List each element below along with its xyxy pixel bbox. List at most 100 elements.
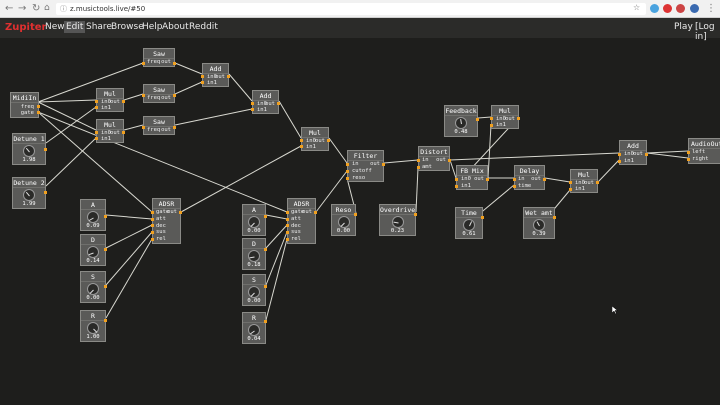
output-pin[interactable] <box>122 131 125 134</box>
output-pin[interactable] <box>104 215 107 218</box>
node-release-2[interactable]: R 0.04 <box>242 312 267 344</box>
input-pin[interactable] <box>490 117 493 120</box>
output-pin[interactable] <box>264 248 267 251</box>
node-feedback[interactable]: Feedback 0.48 <box>444 105 479 137</box>
node-delay[interactable]: Delay in out time <box>513 165 546 190</box>
knob-control[interactable] <box>23 189 35 201</box>
knob-control[interactable] <box>248 324 260 336</box>
output-pin[interactable] <box>104 319 107 322</box>
node-time[interactable]: Time 0.61 <box>455 207 484 239</box>
input-pin[interactable] <box>300 139 303 142</box>
node-sustain-2[interactable]: S 0.00 <box>242 274 267 306</box>
star-icon[interactable]: ☆ <box>633 3 640 12</box>
node-fb-mix[interactable]: FB Mix in0 out in1 <box>455 165 489 190</box>
output-pin[interactable] <box>645 153 648 156</box>
app-logo[interactable]: Zupiter <box>5 22 46 33</box>
node-mul-3[interactable]: Mul in0 out in1 <box>300 127 330 151</box>
output-pin[interactable] <box>104 285 107 288</box>
record-extension-icon[interactable] <box>676 4 685 13</box>
opera-extension-icon[interactable] <box>663 4 672 13</box>
profile-avatar[interactable] <box>690 4 699 13</box>
input-pin[interactable] <box>151 211 154 214</box>
twitter-extension-icon[interactable] <box>650 4 659 13</box>
node-mul-5[interactable]: Mul in0 out in1 <box>569 169 599 193</box>
output-pin[interactable] <box>264 285 267 288</box>
input-pin[interactable] <box>455 178 458 181</box>
node-midiin[interactable]: MidiIn freq gate <box>10 92 40 118</box>
output-pin[interactable] <box>173 126 176 129</box>
output-pin[interactable] <box>314 211 317 214</box>
knob-control[interactable] <box>338 216 350 228</box>
knob-control[interactable] <box>87 322 99 334</box>
input-pin[interactable] <box>151 238 154 241</box>
input-pin[interactable] <box>151 231 154 234</box>
menu-edit[interactable]: Edit <box>64 21 86 33</box>
input-pin[interactable] <box>201 81 204 84</box>
node-mul-1[interactable]: Mul in0 out in1 <box>95 88 125 112</box>
node-detune-1[interactable]: Detune 1 1.98 <box>12 133 47 165</box>
node-adsr-1[interactable]: ADSR gate out att dec sus rel <box>151 198 182 244</box>
input-pin[interactable] <box>95 131 98 134</box>
input-pin[interactable] <box>286 238 289 241</box>
output-pin[interactable] <box>264 320 267 323</box>
output-pin[interactable] <box>37 105 40 108</box>
node-reso[interactable]: Reso 0.00 <box>331 204 357 236</box>
output-pin[interactable] <box>481 216 484 219</box>
patch-canvas[interactable]: MidiIn freq gate Detune 1 1.98 Detune 2 … <box>0 38 720 405</box>
input-pin[interactable] <box>455 185 458 188</box>
input-pin[interactable] <box>346 170 349 173</box>
input-pin[interactable] <box>95 137 98 140</box>
input-pin[interactable] <box>286 211 289 214</box>
input-pin[interactable] <box>95 100 98 103</box>
output-pin[interactable] <box>277 102 280 105</box>
node-decay-1[interactable]: D 0.14 <box>80 234 107 266</box>
knob-control[interactable] <box>463 219 475 231</box>
input-pin[interactable] <box>490 124 493 127</box>
output-pin[interactable] <box>173 62 176 65</box>
output-pin[interactable] <box>173 94 176 97</box>
input-pin[interactable] <box>142 126 145 129</box>
home-icon[interactable]: ⌂ <box>44 3 50 13</box>
output-pin[interactable] <box>264 215 267 218</box>
output-pin[interactable] <box>327 139 330 142</box>
input-pin[interactable] <box>251 108 254 111</box>
knob-control[interactable] <box>248 250 260 262</box>
output-pin[interactable] <box>414 213 417 216</box>
node-distort[interactable]: Distort in out amt <box>417 146 451 171</box>
node-release-1[interactable]: R 1.00 <box>80 310 107 342</box>
knob-control[interactable] <box>87 283 99 295</box>
node-sustain-1[interactable]: S 0.00 <box>80 271 107 303</box>
output-pin[interactable] <box>104 248 107 251</box>
output-pin[interactable] <box>354 213 357 216</box>
node-attack-1[interactable]: A 0.09 <box>80 199 107 231</box>
input-pin[interactable] <box>346 177 349 180</box>
input-pin[interactable] <box>95 106 98 109</box>
knob-control[interactable] <box>533 219 545 231</box>
back-icon[interactable]: ← <box>5 3 13 14</box>
output-pin[interactable] <box>448 159 451 162</box>
browser-menu-icon[interactable]: ⋮ <box>706 3 716 14</box>
input-pin[interactable] <box>618 153 621 156</box>
node-overdrive[interactable]: Overdrive 0.23 <box>379 204 417 236</box>
node-decay-2[interactable]: D 0.18 <box>242 238 267 270</box>
node-audio-out[interactable]: AudioOut left right <box>687 138 720 164</box>
input-pin[interactable] <box>142 62 145 65</box>
node-add-3[interactable]: Add in0 out in1 <box>618 140 648 165</box>
play-button[interactable]: Play <box>672 21 695 33</box>
output-pin[interactable] <box>122 100 125 103</box>
input-pin[interactable] <box>417 166 420 169</box>
node-adsr-2[interactable]: ADSR gate out att dec sus rel <box>286 198 317 244</box>
knob-control[interactable] <box>392 216 404 228</box>
output-pin[interactable] <box>517 117 520 120</box>
input-pin[interactable] <box>687 151 690 154</box>
output-pin[interactable] <box>553 216 556 219</box>
knob-control[interactable] <box>23 145 35 157</box>
node-saw-2[interactable]: Saw freq out <box>142 84 176 103</box>
input-pin[interactable] <box>201 75 204 78</box>
node-saw-1[interactable]: Saw freq out <box>142 48 176 67</box>
output-pin[interactable] <box>476 118 479 121</box>
input-pin[interactable] <box>151 224 154 227</box>
output-pin[interactable] <box>227 75 230 78</box>
knob-control[interactable] <box>87 211 99 223</box>
input-pin[interactable] <box>151 218 154 221</box>
